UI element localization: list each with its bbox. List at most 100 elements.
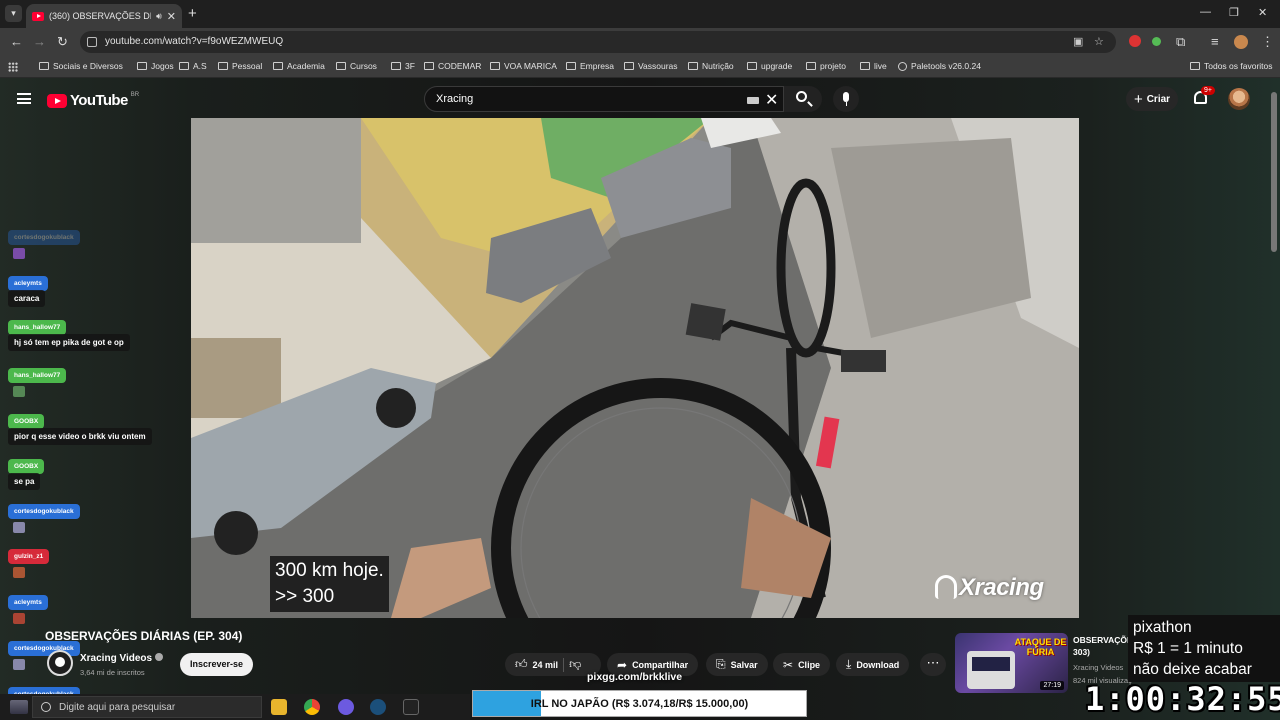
bookmark-label: Empresa <box>580 61 615 71</box>
menu-icon[interactable] <box>17 93 31 104</box>
back-icon[interactable]: ← <box>10 34 23 49</box>
discord-icon[interactable] <box>338 699 354 715</box>
bookmark-item[interactable]: VOA MARICA <box>490 61 557 71</box>
all-bookmarks[interactable]: Todos os favoritos <box>1190 61 1273 71</box>
bookmark-item[interactable]: Jogos <box>137 61 174 71</box>
thumbnail-text: ATAQUE DE FÚRIA <box>1014 637 1067 657</box>
folder-icon <box>490 62 500 70</box>
folder-icon <box>806 62 816 70</box>
bookmark-label: projeto <box>820 61 846 71</box>
profile-avatar[interactable] <box>1234 35 1248 49</box>
close-window-icon[interactable]: ✕ <box>1258 6 1267 19</box>
channel-name-text[interactable]: Xracing Videos <box>80 653 152 664</box>
bookmark-item[interactable]: Sociais e Diversos <box>39 61 123 71</box>
search-button[interactable] <box>784 86 822 112</box>
speaker-icon[interactable]: 🔊︎ <box>156 11 162 22</box>
apps-grid-icon[interactable] <box>8 62 18 72</box>
clip-button[interactable]: ✂ Clipe <box>773 653 831 676</box>
clear-search-icon[interactable]: ✕ <box>765 90 778 110</box>
chat-emote-icon <box>13 386 25 397</box>
channel-name[interactable]: Xracing Videos <box>80 653 164 664</box>
bookmark-star-icon[interactable]: ☆ <box>1094 35 1104 48</box>
bookmark-item[interactable]: CODEMAR <box>424 61 481 71</box>
extension-icon[interactable] <box>1152 37 1161 46</box>
bookmark-item[interactable]: live <box>860 61 887 71</box>
chat-message: hans_hallow77 <box>8 364 67 397</box>
youtube-logo[interactable]: YouTube BR <box>47 92 139 109</box>
bookmark-item[interactable]: Nutrição <box>688 61 734 71</box>
video-duration: 27:19 <box>1040 681 1064 690</box>
bookmark-item[interactable]: projeto <box>806 61 846 71</box>
bookmark-item[interactable]: Academia <box>273 61 325 71</box>
scrollbar[interactable] <box>1271 92 1277 252</box>
browser-menu-icon[interactable]: ⋮ <box>1261 34 1274 50</box>
recommended-thumbnail[interactable]: ATAQUE DE FÚRIA 27:19 <box>955 633 1068 693</box>
cast-icon[interactable]: ▣ <box>1073 35 1083 48</box>
bookmark-item[interactable]: upgrade <box>747 61 792 71</box>
browser-tab[interactable]: (360) OBSERVAÇÕES DIÁRIAS 🔊︎ ✕ <box>26 4 182 28</box>
bookmarks-bar: Sociais e Diversos Jogos A.S Pessoal Academi… <box>0 56 1280 78</box>
browser-toolbar: ← → ↻ youtube.com/watch?v=f9oWEZMWEUQ ▣ … <box>0 28 1280 56</box>
download-button[interactable]: ⤓ Download <box>836 653 910 676</box>
channel-avatar[interactable] <box>47 650 73 676</box>
chrome-icon[interactable] <box>304 699 320 715</box>
bookmark-item[interactable]: 3F <box>391 61 415 71</box>
recommended-channel[interactable]: Xracing Videos <box>1073 663 1123 672</box>
bookmark-item[interactable]: A.S <box>179 61 207 71</box>
start-avatar[interactable] <box>10 700 28 714</box>
chat-message: cortesdogokublack <box>8 500 80 533</box>
chat-message: GOOBX se pa <box>8 455 45 490</box>
like-icon[interactable]: 👍︎ <box>515 657 528 672</box>
tab-search-button[interactable]: ▾ <box>5 5 22 22</box>
keyboard-icon[interactable] <box>747 97 759 104</box>
subtitle-line: >> 300 <box>275 586 335 607</box>
bookmark-item[interactable]: Paletools v26.0.24 <box>898 61 981 71</box>
bookmark-label: Paletools v26.0.24 <box>911 61 981 71</box>
bookmark-item[interactable]: Pessoal <box>218 61 262 71</box>
recommended-title[interactable]: OBSERVAÇÕES 303) <box>1073 634 1138 658</box>
restore-icon[interactable]: ❐ <box>1229 6 1239 19</box>
bookmark-label: Pessoal <box>232 61 263 71</box>
bookmark-item[interactable]: Cursos <box>336 61 377 71</box>
reading-list-icon[interactable]: ≡ <box>1211 34 1219 49</box>
user-avatar[interactable] <box>1228 88 1250 110</box>
reload-icon[interactable]: ↻ <box>57 34 68 50</box>
subscribe-button[interactable]: Inscrever-se <box>180 653 253 676</box>
chat-text: se pa <box>8 473 41 490</box>
address-bar[interactable]: youtube.com/watch?v=f9oWEZMWEUQ ▣ ☆ <box>80 31 1116 53</box>
taskbar-search-input[interactable]: Digite aqui para pesquisar <box>32 696 262 718</box>
forward-icon[interactable]: → <box>33 34 46 49</box>
extension-icon[interactable] <box>1129 35 1141 47</box>
youtube-favicon-icon <box>32 11 44 21</box>
search-box[interactable]: Xracing ✕ <box>424 86 784 112</box>
youtube-header: YouTube BR Xracing ✕ + Criar 9+ <box>0 78 1280 252</box>
minimize-icon[interactable]: — <box>1200 6 1211 18</box>
like-count[interactable]: 24 mil <box>533 660 559 670</box>
scissors-icon: ✂ <box>783 657 794 672</box>
create-button[interactable]: + Criar <box>1126 87 1178 111</box>
site-info-icon[interactable] <box>87 37 97 47</box>
bookmark-item[interactable]: Vassouras <box>624 61 678 71</box>
file-explorer-icon[interactable] <box>271 699 287 715</box>
extensions-puzzle-icon[interactable]: ⧉ <box>1176 34 1185 50</box>
folder-icon <box>624 62 634 70</box>
voice-search-icon[interactable] <box>833 86 859 112</box>
url-text[interactable]: youtube.com/watch?v=f9oWEZMWEUQ <box>105 36 283 47</box>
bookmark-item[interactable]: Empresa <box>566 61 614 71</box>
new-tab-button[interactable]: + <box>188 5 197 22</box>
close-tab-icon[interactable]: ✕ <box>167 10 176 23</box>
dislike-icon[interactable]: 👎︎ <box>569 657 581 672</box>
bookmark-label: Sociais e Diversos <box>53 61 123 71</box>
chat-message: gulzin_z1 <box>8 545 50 578</box>
video-player[interactable] <box>191 118 1079 618</box>
folder-icon <box>218 62 228 70</box>
donation-goal-bar: IRL NO JAPÃO (R$ 3.074,18/R$ 15.000,00) <box>472 690 807 717</box>
folder-icon <box>747 62 757 70</box>
pixathon-overlay: pixathon R$ 1 = 1 minuto não deixe acaba… <box>1128 615 1280 682</box>
steam-icon[interactable] <box>370 699 386 715</box>
search-input[interactable]: Xracing <box>436 93 473 105</box>
save-button[interactable]: ⎘ Salvar <box>706 653 768 676</box>
obs-icon[interactable] <box>403 699 419 715</box>
verified-icon <box>155 653 164 661</box>
more-actions-icon[interactable]: ⋯ <box>920 653 946 676</box>
